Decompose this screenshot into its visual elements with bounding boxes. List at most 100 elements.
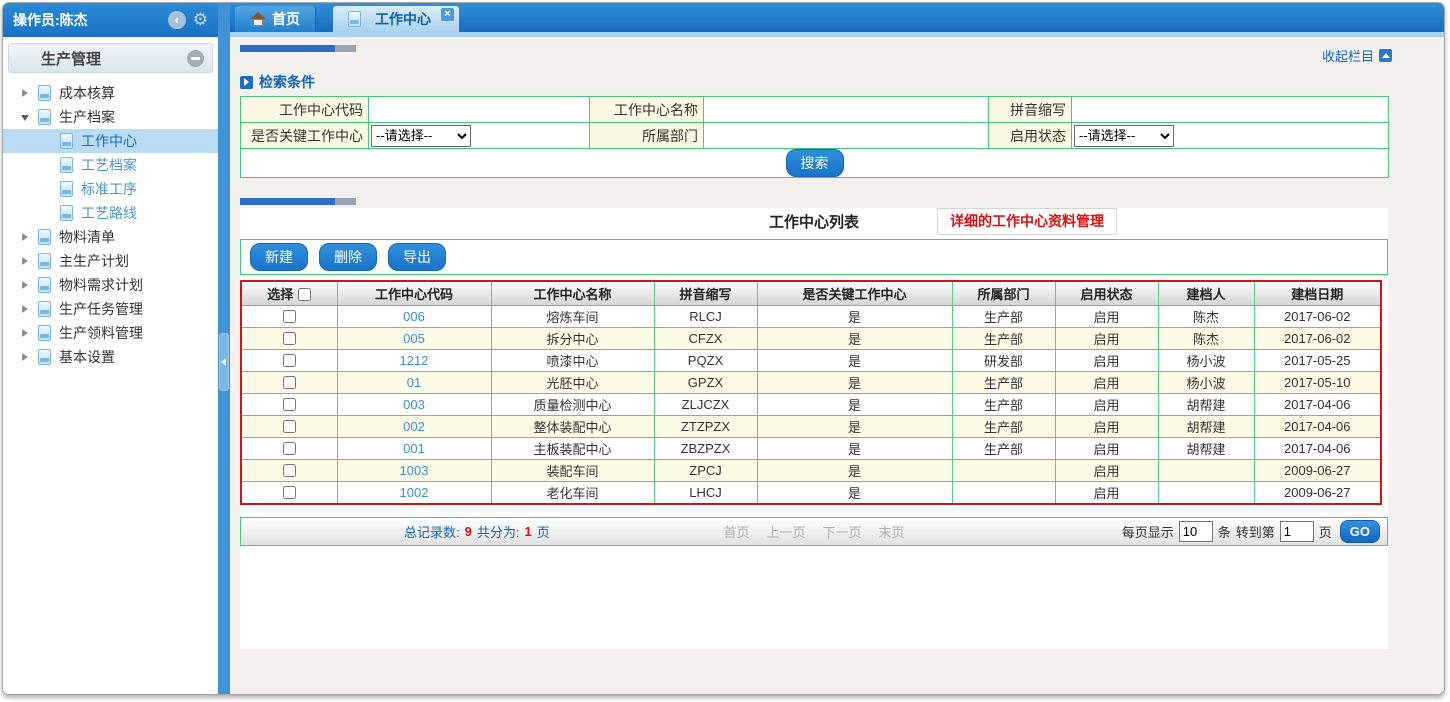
row-select-cell bbox=[241, 305, 337, 327]
document-icon bbox=[60, 205, 73, 221]
work-center-code-link[interactable]: 005 bbox=[337, 327, 491, 349]
sidebar-panel-header[interactable]: 生产管理 bbox=[8, 43, 213, 73]
expand-arrow-icon[interactable] bbox=[21, 89, 29, 97]
search-section-header[interactable]: 检索条件 bbox=[240, 72, 1444, 92]
expand-arrow-icon[interactable] bbox=[21, 281, 29, 289]
sidebar-item[interactable]: 生产任务管理 bbox=[3, 297, 218, 321]
table-row: 1003装配车间ZPCJ是启用2009-06-27 bbox=[241, 459, 1381, 481]
column-header: 建档日期 bbox=[1254, 281, 1381, 305]
sidebar-item[interactable]: 成本核算 bbox=[3, 81, 218, 105]
search-button[interactable]: 搜索 bbox=[786, 149, 844, 177]
collapse-columns-link[interactable]: 收起栏目 bbox=[1322, 46, 1392, 65]
work-center-code-link[interactable]: 1003 bbox=[337, 459, 491, 481]
collapse-columns-label: 收起栏目 bbox=[1322, 46, 1374, 65]
expand-arrow-icon[interactable] bbox=[21, 233, 29, 241]
gear-icon[interactable]: ⚙ bbox=[193, 11, 208, 29]
table-cell: 是 bbox=[757, 437, 952, 459]
row-checkbox[interactable] bbox=[283, 310, 296, 323]
row-select-cell bbox=[241, 459, 337, 481]
work-center-name-input[interactable] bbox=[704, 100, 982, 120]
page-unit: 页 bbox=[537, 522, 550, 541]
go-button[interactable]: GO bbox=[1340, 520, 1380, 543]
row-checkbox[interactable] bbox=[283, 354, 296, 367]
main-content: 首页 工作中心 × 收起栏目 检索条件 工作中心代码 bbox=[230, 3, 1444, 694]
document-icon bbox=[38, 229, 51, 245]
next-page-link[interactable]: 下一页 bbox=[823, 522, 862, 541]
row-select-cell bbox=[241, 393, 337, 415]
expand-arrow-icon[interactable] bbox=[21, 257, 29, 265]
tab-bar: 首页 工作中心 × bbox=[230, 3, 1444, 32]
key-work-center-select[interactable]: --请选择-- bbox=[371, 125, 471, 147]
enable-status-select[interactable]: --请选择-- bbox=[1074, 125, 1174, 147]
sidebar-item[interactable]: 生产档案 bbox=[3, 105, 218, 129]
sidebar-item[interactable]: 物料清单 bbox=[3, 225, 218, 249]
work-center-code-link[interactable]: 006 bbox=[337, 305, 491, 327]
splitter-handle[interactable] bbox=[219, 333, 229, 391]
sidebar-item-label: 工艺路线 bbox=[81, 203, 137, 223]
content-body: 收起栏目 检索条件 工作中心代码 工作中心名称 拼音缩写 bbox=[230, 37, 1444, 694]
table-row: 005拆分中心CFZX是生产部启用陈杰2017-06-02 bbox=[241, 327, 1381, 349]
row-checkbox[interactable] bbox=[283, 464, 296, 477]
pages-count: 1 bbox=[524, 524, 531, 539]
sidebar-item[interactable]: 主生产计划 bbox=[3, 249, 218, 273]
pinyin-input[interactable] bbox=[1072, 100, 1382, 120]
select-all-checkbox[interactable] bbox=[298, 288, 311, 301]
goto-page-input[interactable] bbox=[1280, 521, 1314, 542]
work-center-code-link[interactable]: 001 bbox=[337, 437, 491, 459]
sidebar-item-label: 标准工序 bbox=[81, 179, 137, 199]
row-checkbox[interactable] bbox=[283, 442, 296, 455]
row-checkbox[interactable] bbox=[283, 420, 296, 433]
tab-work-center[interactable]: 工作中心 × bbox=[333, 6, 459, 32]
row-checkbox[interactable] bbox=[283, 332, 296, 345]
export-button[interactable]: 导出 bbox=[388, 243, 446, 271]
new-button[interactable]: 新建 bbox=[250, 243, 308, 271]
row-checkbox[interactable] bbox=[283, 398, 296, 411]
collapse-up-icon[interactable] bbox=[1379, 49, 1392, 62]
work-center-code-link[interactable]: 003 bbox=[337, 393, 491, 415]
delete-button[interactable]: 删除 bbox=[319, 243, 377, 271]
row-checkbox[interactable] bbox=[283, 486, 296, 499]
prev-page-link[interactable]: 上一页 bbox=[766, 522, 805, 541]
tab-home[interactable]: 首页 bbox=[235, 6, 316, 32]
work-center-code-link[interactable]: 1212 bbox=[337, 349, 491, 371]
per-page-input[interactable] bbox=[1179, 521, 1213, 542]
work-center-table: 选择工作中心代码工作中心名称拼音缩写是否关键工作中心所属部门启用状态建档人建档日… bbox=[240, 280, 1382, 505]
work-center-code-link[interactable]: 002 bbox=[337, 415, 491, 437]
expand-arrow-icon[interactable] bbox=[21, 305, 29, 313]
sidebar-item[interactable]: 工艺档案 bbox=[3, 153, 218, 177]
first-page-link[interactable]: 首页 bbox=[723, 522, 749, 541]
work-center-code-link[interactable]: 1002 bbox=[337, 481, 491, 504]
back-arrow-icon[interactable]: ‹ bbox=[168, 11, 186, 29]
sidebar-item[interactable]: 生产领料管理 bbox=[3, 321, 218, 345]
table-cell: 熔炼车间 bbox=[491, 305, 654, 327]
table-cell: 是 bbox=[757, 371, 952, 393]
sidebar-item[interactable]: 基本设置 bbox=[3, 345, 218, 369]
table-cell bbox=[1158, 459, 1254, 481]
sidebar-item[interactable]: 标准工序 bbox=[3, 177, 218, 201]
department-input[interactable] bbox=[704, 126, 982, 146]
collapse-panel-icon[interactable] bbox=[187, 50, 204, 67]
sidebar-item[interactable]: 工作中心 bbox=[3, 129, 218, 153]
table-cell: 生产部 bbox=[952, 415, 1055, 437]
expand-arrow-icon[interactable] bbox=[21, 329, 29, 337]
sidebar-item[interactable]: 物料需求计划 bbox=[3, 273, 218, 297]
table-cell: 拆分中心 bbox=[491, 327, 654, 349]
last-page-link[interactable]: 末页 bbox=[879, 522, 905, 541]
work-center-code-input[interactable] bbox=[369, 100, 585, 120]
close-tab-icon[interactable]: × bbox=[441, 8, 454, 21]
table-cell: ZBZPZX bbox=[654, 437, 757, 459]
expand-arrow-icon[interactable] bbox=[21, 353, 29, 361]
table-cell: 2017-04-06 bbox=[1254, 437, 1381, 459]
document-icon bbox=[38, 277, 51, 293]
sidebar-item-label: 工艺档案 bbox=[81, 155, 137, 175]
work-center-code-link[interactable]: 01 bbox=[337, 371, 491, 393]
table-cell: 2009-06-27 bbox=[1254, 481, 1381, 504]
expand-arrow-icon[interactable] bbox=[21, 113, 29, 121]
sidebar-splitter[interactable] bbox=[218, 3, 230, 694]
sidebar-item-label: 物料需求计划 bbox=[59, 275, 143, 295]
table-header-row: 选择工作中心代码工作中心名称拼音缩写是否关键工作中心所属部门启用状态建档人建档日… bbox=[241, 281, 1381, 305]
table-cell: 2009-06-27 bbox=[1254, 459, 1381, 481]
table-cell: 启用 bbox=[1055, 481, 1158, 504]
sidebar-item[interactable]: 工艺路线 bbox=[3, 201, 218, 225]
row-checkbox[interactable] bbox=[283, 376, 296, 389]
